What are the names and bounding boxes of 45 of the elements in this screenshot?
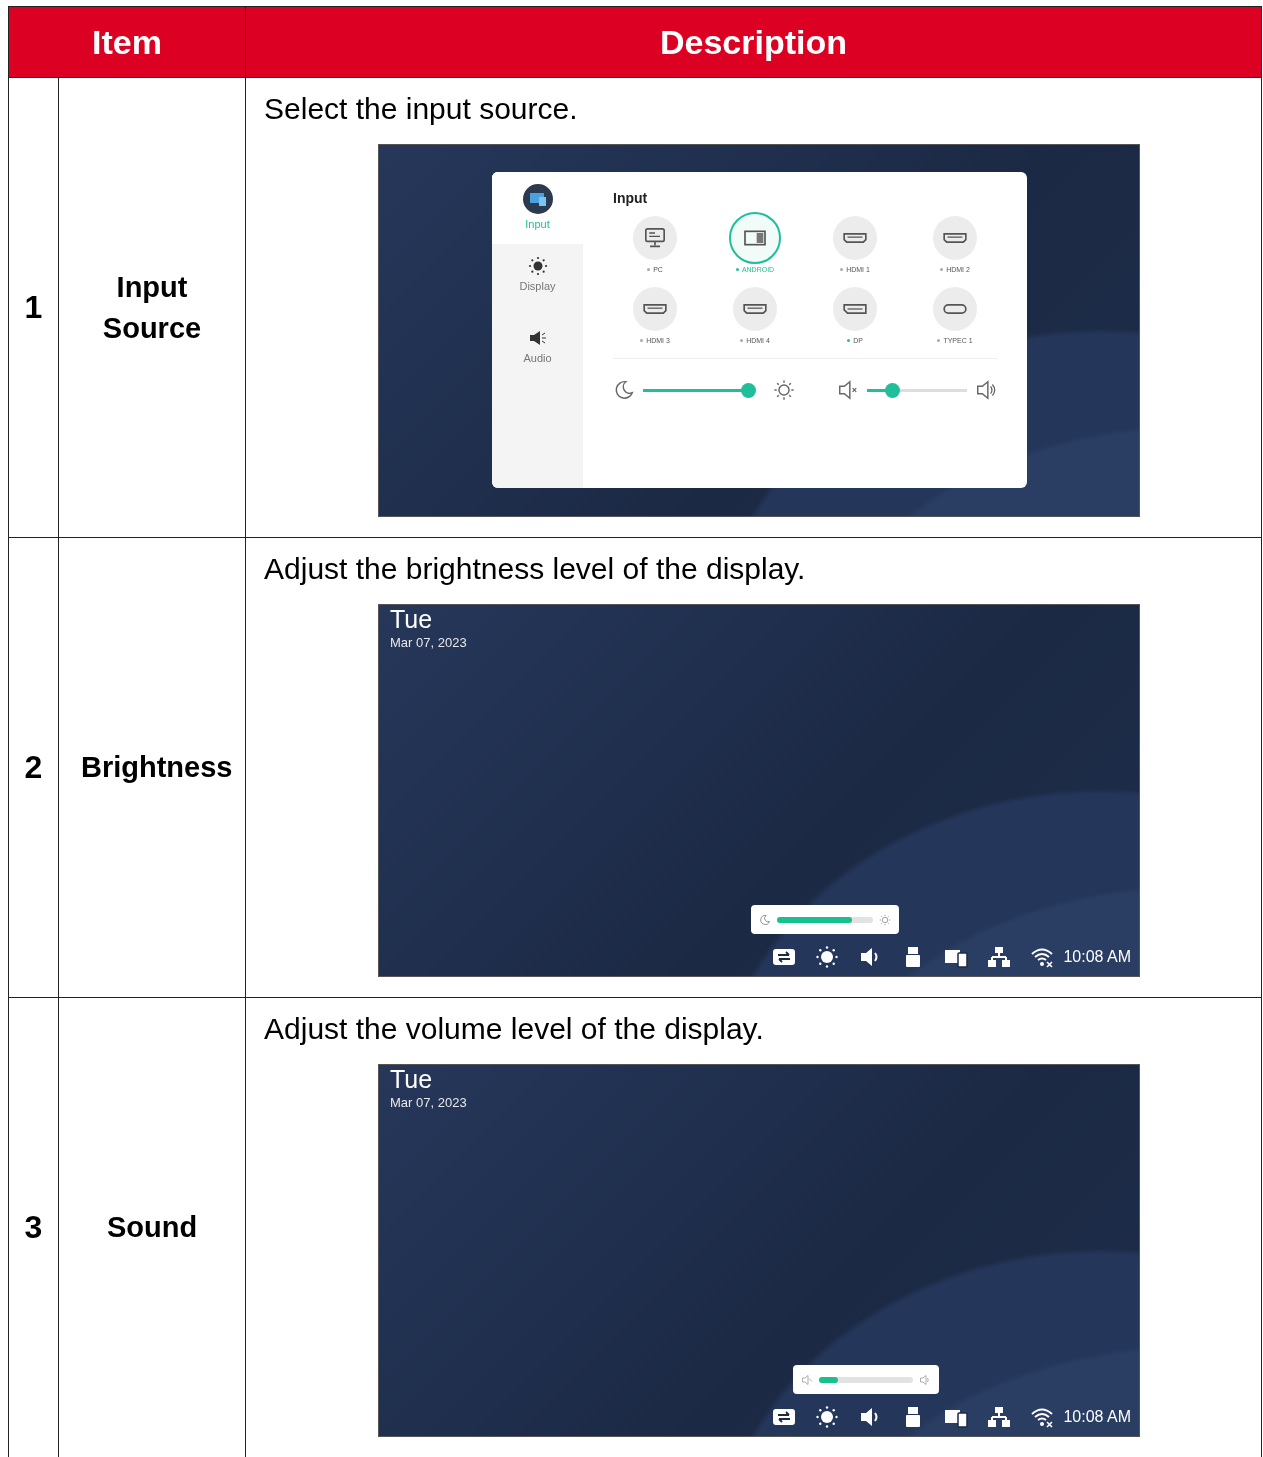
wifi-icon[interactable] bbox=[1030, 946, 1055, 968]
date-label: Mar 07, 2023 bbox=[390, 635, 468, 650]
description-text: Adjust the brightness level of the display. bbox=[264, 552, 807, 587]
item-number: 3 bbox=[8, 997, 59, 1457]
mute-icon bbox=[837, 379, 859, 401]
item-name: Brightness bbox=[58, 537, 246, 998]
switch-icon[interactable] bbox=[772, 1406, 797, 1428]
sun-icon bbox=[773, 379, 795, 401]
description-text: Select the input source. bbox=[264, 92, 579, 127]
sidebar-label: Audio bbox=[523, 352, 552, 364]
volume-slider[interactable] bbox=[819, 1376, 913, 1383]
network-icon[interactable] bbox=[987, 946, 1012, 968]
wifi-icon[interactable] bbox=[1030, 1406, 1055, 1428]
panel-title: Input bbox=[613, 190, 649, 206]
sidebar-item[interactable]: Display bbox=[492, 244, 583, 316]
input-icon bbox=[522, 184, 553, 214]
sidebar-label: Input bbox=[525, 218, 550, 230]
date-label: Mar 07, 2023 bbox=[390, 1095, 468, 1110]
sun-icon bbox=[527, 256, 548, 276]
moon-icon bbox=[613, 379, 635, 401]
clock-time: 10:08 AM bbox=[1063, 1408, 1131, 1426]
sidebar-item[interactable]: Audio bbox=[492, 316, 583, 388]
mute-icon bbox=[801, 1373, 813, 1386]
slider-thumb[interactable] bbox=[885, 382, 900, 398]
network-icon[interactable] bbox=[987, 1406, 1012, 1428]
brightness-icon[interactable] bbox=[815, 1406, 840, 1428]
volume-icon bbox=[975, 379, 997, 401]
sun-icon bbox=[879, 913, 891, 926]
column-header: Description bbox=[245, 6, 1262, 78]
day-label: Tue bbox=[390, 1067, 434, 1092]
slider-thumb[interactable] bbox=[740, 382, 756, 398]
day-label: Tue bbox=[390, 607, 434, 632]
sidebar-label: Display bbox=[519, 280, 556, 292]
clock-time: 10:08 AM bbox=[1063, 948, 1131, 966]
brightness-slider[interactable] bbox=[777, 916, 873, 923]
description-text: Adjust the volume level of the display. bbox=[264, 1012, 765, 1047]
volume-icon bbox=[919, 1373, 931, 1386]
column-header: Item bbox=[8, 6, 246, 78]
brightness-icon[interactable] bbox=[815, 946, 840, 968]
item-number: 2 bbox=[8, 537, 59, 998]
switch-icon[interactable] bbox=[772, 946, 797, 968]
item-number: 1 bbox=[8, 77, 59, 538]
speaker-icon bbox=[527, 328, 548, 348]
moon-icon bbox=[759, 913, 771, 926]
item-name: Input Source bbox=[58, 77, 246, 538]
